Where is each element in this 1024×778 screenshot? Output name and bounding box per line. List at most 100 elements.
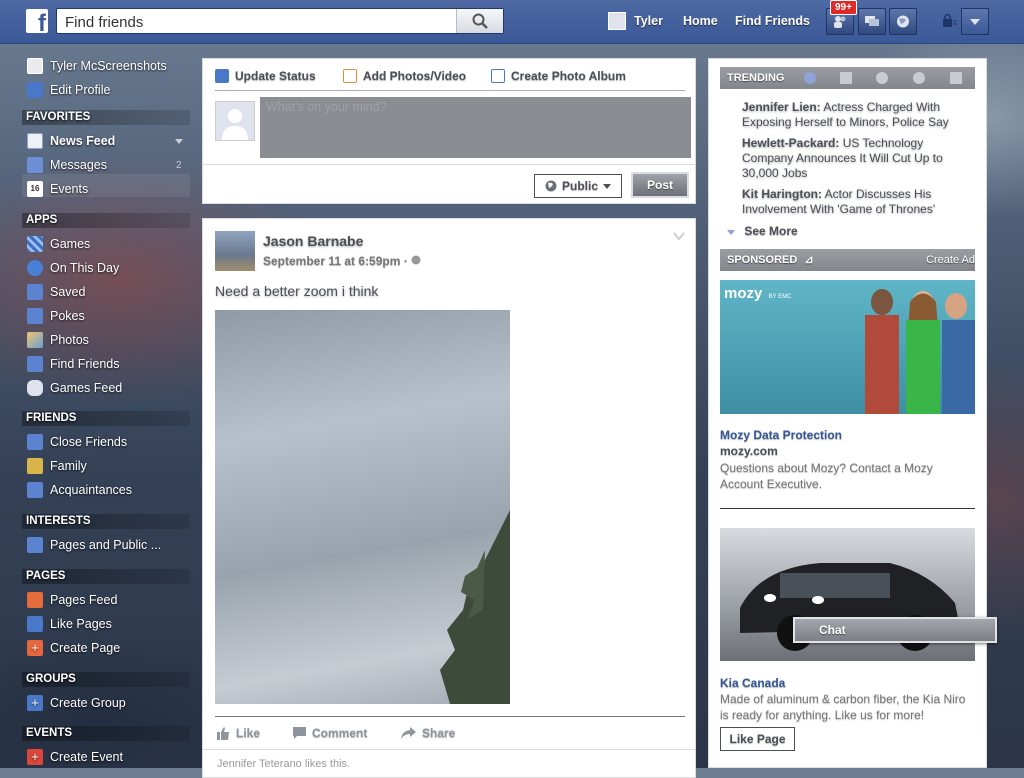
ad-description: Questions about Mozy? Contact a Mozy Acc… (720, 461, 933, 491)
story-photo[interactable] (215, 310, 510, 704)
sidebar-item-games[interactable]: Games (27, 235, 90, 253)
section-interests: INTERESTS (22, 514, 190, 529)
sidebar-item-label: Games Feed (50, 381, 123, 395)
messages-count: 2 (176, 160, 182, 171)
sidebar-item-on-this-day[interactable]: On This Day (27, 259, 119, 277)
share-button[interactable]: Share (401, 725, 455, 741)
home-link[interactable]: Home (683, 14, 718, 28)
sidebar-item-create-group[interactable]: + Create Group (27, 694, 126, 712)
ad-image-mozy[interactable]: mozy BY EMC (720, 280, 975, 414)
find-friends-link[interactable]: Find Friends (735, 14, 810, 28)
sidebar-item-close-friends[interactable]: Close Friends (27, 433, 127, 451)
facebook-logo-icon[interactable]: f (26, 9, 48, 33)
chat-tab[interactable]: Chat (793, 617, 997, 643)
sidebar-item-games-feed[interactable]: Games Feed (27, 379, 122, 397)
trending-item[interactable]: Hewlett-Packard: US Technology Company A… (742, 136, 967, 181)
like-page-button[interactable]: Like Page (720, 727, 795, 751)
sidebar-item-label: Events (50, 182, 89, 196)
chevron-down-icon (727, 230, 735, 235)
trending-science-icon[interactable] (876, 72, 888, 84)
trending-sports-icon[interactable] (913, 72, 925, 84)
chevron-down-icon[interactable] (175, 139, 183, 144)
friends-icon (834, 16, 846, 28)
action-label: Share (422, 726, 456, 740)
sidebar-item-label: News Feed (50, 134, 116, 148)
user-name: Tyler (634, 14, 663, 28)
privacy-shortcuts-icon[interactable] (941, 14, 957, 28)
sidebar-item-photos[interactable]: Photos (27, 331, 89, 349)
chevron-down-icon (970, 19, 980, 25)
trending-item[interactable]: Jennifer Lien: Actress Charged With Expo… (742, 100, 967, 130)
notifications-button[interactable] (889, 8, 917, 35)
sidebar-item-family[interactable]: Family (27, 457, 87, 475)
trending-item[interactable]: Kit Harington: Actor Discusses His Invol… (742, 187, 967, 217)
see-more-label: See More (744, 224, 798, 238)
see-more-link[interactable]: See More (727, 224, 798, 238)
messages-button[interactable] (858, 8, 886, 35)
search-button[interactable] (456, 9, 503, 33)
account-menu-button[interactable] (961, 8, 989, 35)
default-avatar-icon (222, 109, 248, 140)
status-input[interactable] (260, 97, 691, 158)
tab-add-photos[interactable]: Add Photos/Video (343, 68, 466, 84)
search-input[interactable] (63, 12, 457, 32)
story-likes[interactable]: Jennifer Teterano likes this. (217, 758, 350, 770)
author-name[interactable]: Jason Barnabe (263, 233, 363, 249)
friends-list-icon (27, 482, 43, 498)
sidebar-item-label: Create Page (50, 641, 121, 655)
sidebar-item-create-event[interactable]: + Create Event (27, 748, 123, 766)
sidebar-item-pages-feed[interactable]: Pages Feed (27, 591, 117, 609)
sidebar-item-edit-profile[interactable]: Edit Profile (27, 81, 110, 99)
tab-create-album[interactable]: Create Photo Album (491, 68, 626, 84)
tab-update-status[interactable]: Update Status (215, 68, 316, 84)
meta-separator: · (403, 254, 408, 268)
ad-title[interactable]: Mozy Data Protection (720, 428, 842, 442)
section-favorites: FAVORITES (22, 110, 190, 125)
sidebar-item-label: Pokes (50, 309, 85, 323)
feed-story: Jason Barnabe September 11 at 6:59pm · N… (202, 218, 696, 778)
trending-topic-name: Hewlett-Packard: (742, 136, 840, 150)
trending-all-icon[interactable] (804, 72, 816, 84)
trending-politics-icon[interactable] (840, 72, 852, 84)
ad-url[interactable]: mozy.com (720, 444, 778, 458)
story-timestamp[interactable]: September 11 at 6:59pm (263, 254, 400, 268)
sidebar-item-events[interactable]: 16 Events (27, 180, 88, 198)
sidebar-item-label: Messages (50, 158, 107, 172)
thumbs-up-icon (27, 616, 43, 632)
create-ad-link[interactable]: Create Ad (926, 249, 975, 271)
ad-choices-icon[interactable]: ⊿ (804, 254, 813, 266)
author-avatar[interactable] (215, 231, 255, 271)
status-composer: Update Status Add Photos/Video Create Ph… (202, 58, 696, 204)
profile-icon (27, 58, 43, 74)
pencil-icon (27, 82, 43, 98)
house-icon (27, 458, 43, 474)
trending-entertainment-icon[interactable] (950, 72, 962, 84)
sidebar-item-saved[interactable]: Saved (27, 283, 85, 301)
sidebar-item-messages[interactable]: Messages (27, 156, 107, 174)
sidebar-item-pokes[interactable]: Pokes (27, 307, 85, 325)
chevron-down-icon[interactable] (673, 231, 685, 241)
sidebar-item-find-friends[interactable]: Find Friends (27, 355, 119, 373)
poke-icon (27, 308, 43, 324)
ad-title[interactable]: Kia Canada (720, 676, 785, 690)
share-icon (401, 727, 416, 739)
plus-icon: + (27, 749, 43, 765)
pencil-icon (215, 69, 229, 83)
news-feed-icon (27, 133, 43, 149)
sidebar-item-news-feed[interactable]: News Feed (27, 132, 115, 150)
sidebar-item-like-pages[interactable]: Like Pages (27, 615, 112, 633)
sidebar-item-profile[interactable]: Tyler McScreenshots (27, 57, 167, 75)
profile-link[interactable]: Tyler (608, 11, 663, 31)
sidebar-item-pages-and-public[interactable]: Pages and Public ... (27, 536, 161, 554)
comment-button[interactable]: Comment (293, 725, 367, 741)
camera-icon (343, 69, 357, 83)
privacy-selector[interactable]: Public (534, 174, 622, 198)
messages-icon (27, 157, 43, 173)
globe-icon (897, 15, 909, 28)
games-icon (27, 236, 43, 252)
post-button[interactable]: Post (631, 172, 689, 198)
sidebar-item-acquaintances[interactable]: Acquaintances (27, 481, 132, 499)
privacy-label: Public (561, 179, 598, 193)
sidebar-item-create-page[interactable]: + Create Page (27, 639, 120, 657)
like-button[interactable]: Like (217, 725, 260, 741)
